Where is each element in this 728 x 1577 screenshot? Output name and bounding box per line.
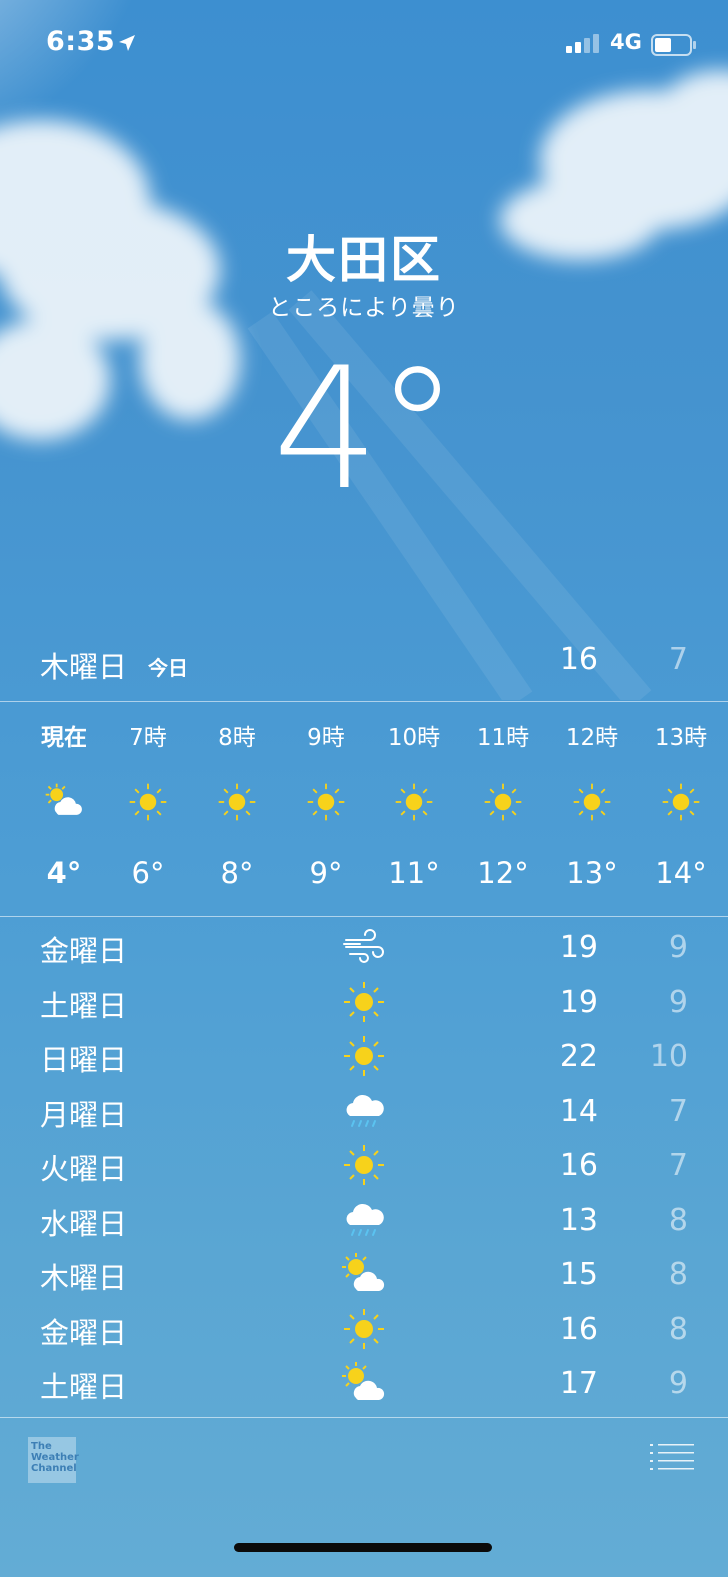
hour-label: 12時 — [565, 725, 619, 751]
day-name: 木曜日 — [40, 1261, 128, 1295]
city-name: 大田区 — [286, 231, 442, 289]
hour-temp: 13° — [566, 856, 618, 890]
sun-icon — [307, 783, 345, 821]
sun-icon — [344, 1145, 384, 1185]
status-time: 6:35 — [46, 26, 116, 57]
day-low: 9 — [668, 1366, 688, 1401]
day-low: 8 — [668, 1257, 688, 1292]
hour-label: 現在 — [41, 725, 87, 751]
list-icon[interactable] — [650, 1443, 696, 1473]
day-high: 16 — [559, 1312, 598, 1347]
logo-line: Channel — [31, 1463, 77, 1474]
day-high: 19 — [559, 985, 598, 1020]
rain-icon — [346, 1094, 384, 1127]
day-high: 14 — [559, 1094, 598, 1129]
hourly-forecast[interactable]: 現在 4° 7時 6° 8時 8° 9時 9° 10時 11° 11時 12° … — [0, 702, 728, 916]
daily-row: 木曜日 15 8 — [0, 1247, 728, 1301]
weather-channel-logo[interactable]: The Weather Channel — [28, 1437, 79, 1483]
rain-icon — [346, 1203, 384, 1236]
day-low: 8 — [668, 1203, 688, 1238]
today-day: 木曜日 — [40, 650, 128, 684]
hour-temp: 8° — [220, 856, 254, 890]
hour-temp: 12° — [477, 856, 529, 890]
sun-icon — [573, 783, 611, 821]
hour-label: 11時 — [476, 725, 530, 751]
day-high: 17 — [559, 1366, 598, 1401]
battery-icon — [651, 34, 696, 56]
logo-line: The — [31, 1441, 52, 1452]
divider — [0, 1417, 728, 1418]
sun-icon — [662, 783, 700, 821]
day-high: 22 — [559, 1039, 598, 1074]
today-low: 7 — [668, 642, 688, 677]
day-name: 火曜日 — [40, 1152, 128, 1186]
hour-label: 7時 — [129, 725, 167, 751]
location-arrow-icon — [119, 35, 135, 51]
logo-line: Weather — [31, 1452, 79, 1463]
day-name: 日曜日 — [40, 1043, 128, 1077]
day-high: 16 — [559, 1148, 598, 1183]
hour-label: 10時 — [387, 725, 441, 751]
hour-temp: 11° — [388, 856, 440, 890]
day-name: 金曜日 — [40, 934, 128, 968]
sun-icon — [344, 1309, 384, 1349]
day-name: 月曜日 — [40, 1098, 128, 1132]
hour-temp: 14° — [655, 856, 707, 890]
day-high: 13 — [559, 1203, 598, 1238]
hour-label: 8時 — [218, 725, 256, 751]
home-indicator[interactable] — [234, 1543, 492, 1552]
sun-icon — [344, 982, 384, 1022]
daily-row: 金曜日 16 8 — [0, 1302, 728, 1356]
sun-icon — [484, 783, 522, 821]
today-summary: 木曜日 今日 16 7 — [0, 640, 728, 686]
day-low: 10 — [649, 1039, 688, 1074]
day-high: 15 — [559, 1257, 598, 1292]
signal-icon — [566, 34, 599, 53]
partly-cloudy-icon — [342, 1362, 385, 1400]
condition-text: ところにより曇り — [268, 295, 460, 321]
day-name: 土曜日 — [40, 989, 128, 1023]
day-low: 9 — [668, 985, 688, 1020]
sun-icon — [218, 783, 256, 821]
daily-row: 火曜日 16 7 — [0, 1138, 728, 1192]
day-name: 水曜日 — [40, 1207, 128, 1241]
hour-temp: 9° — [309, 856, 343, 890]
daily-row: 土曜日 19 9 — [0, 975, 728, 1029]
today-label: 今日 — [148, 656, 188, 680]
hour-temp: 4° — [46, 856, 82, 890]
daily-row: 月曜日 14 7 — [0, 1084, 728, 1138]
sun-icon — [395, 783, 433, 821]
day-low: 7 — [668, 1148, 688, 1183]
day-low: 8 — [668, 1312, 688, 1347]
sun-icon — [129, 783, 167, 821]
day-name: 土曜日 — [40, 1370, 128, 1404]
hour-label: 9時 — [307, 725, 345, 751]
day-name: 金曜日 — [40, 1316, 128, 1350]
hour-temp: 6° — [131, 856, 165, 890]
divider — [0, 916, 728, 917]
daily-row: 水曜日 13 8 — [0, 1193, 728, 1247]
network-type: 4G — [610, 30, 642, 54]
current-temperature: 4° — [272, 331, 460, 527]
wind-icon — [343, 929, 384, 963]
day-high: 19 — [559, 930, 598, 965]
hour-label: 13時 — [654, 725, 708, 751]
today-high: 16 — [559, 642, 598, 677]
partly-cloudy-icon — [45, 783, 82, 815]
day-low: 7 — [668, 1094, 688, 1129]
daily-row: 土曜日 17 9 — [0, 1356, 728, 1410]
day-low: 9 — [668, 930, 688, 965]
partly-cloudy-icon — [342, 1253, 385, 1291]
daily-row: 日曜日 22 10 — [0, 1029, 728, 1083]
daily-row: 金曜日 19 9 — [0, 920, 728, 974]
sun-icon — [344, 1036, 384, 1076]
